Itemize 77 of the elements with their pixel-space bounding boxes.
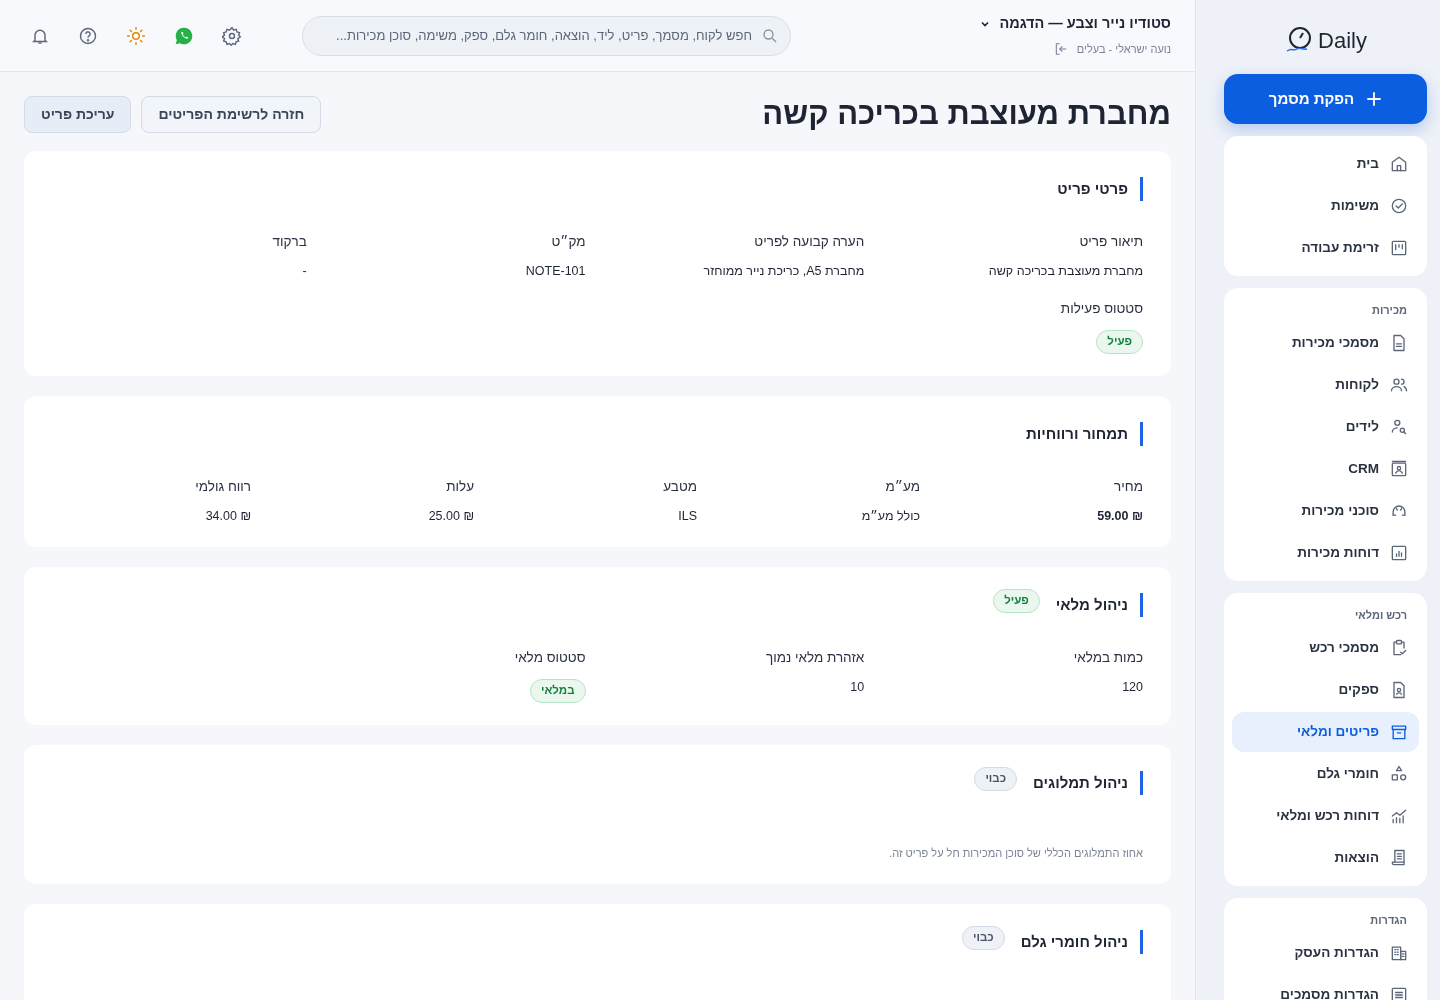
sidebar-item[interactable]: לקוחות	[1232, 365, 1419, 405]
page-title: מחברת מעוצבת בכריכה קשה	[762, 95, 1171, 134]
field-label: סטטוס פעילות	[1060, 300, 1143, 318]
field-value: מחברת מעוצבת בכריכה קשה	[988, 263, 1143, 280]
settings-icon[interactable]	[222, 25, 242, 46]
sidebar-item[interactable]: זרימת עבודה	[1232, 228, 1419, 268]
field-label: מע״מ	[885, 478, 920, 496]
user-search-icon	[1389, 417, 1409, 437]
sidebar-heading: רכש ומלאי	[1353, 607, 1408, 623]
sidebar-item[interactable]: הגדרות מסמכים	[1232, 975, 1419, 1000]
contact-card-icon	[1389, 459, 1409, 479]
status-badge: כבוי	[974, 767, 1018, 791]
sidebar-item[interactable]: חומרי גלם	[1232, 754, 1419, 794]
status-badge: במלאי	[530, 679, 586, 703]
section-title: תמחור ורווחיות	[1025, 422, 1143, 446]
home-icon	[1389, 154, 1409, 174]
sidebar-item[interactable]: הוצאות	[1232, 838, 1419, 878]
sidebar-item[interactable]: סוכני מכירות	[1232, 491, 1419, 531]
field-value: NOTE-101	[525, 263, 586, 280]
status-badge: פעיל	[1096, 330, 1143, 354]
field-label: ברקוד	[272, 233, 307, 251]
field-value: 10	[850, 679, 865, 696]
field-label: מק״ט	[551, 233, 586, 251]
sidebar-item[interactable]: דוחות מכירות	[1232, 533, 1419, 573]
field-value: ILS	[678, 508, 697, 525]
section-note: אחוז התמלוגים הכללי של סוכן המכירות חל על פריט זה.	[888, 846, 1143, 861]
sidebar-item[interactable]: פריטים ומלאי	[1232, 712, 1419, 752]
sidebar-item[interactable]: בית	[1232, 144, 1419, 184]
logo-text: Daily	[1318, 26, 1367, 55]
company-switcher[interactable]: סטודיו נייר וצבע — הדגמה	[979, 13, 1171, 36]
sidebar-item[interactable]: דוחות רכש ומלאי	[1232, 796, 1419, 836]
sidebar-item[interactable]: CRM	[1232, 449, 1419, 489]
check-circle-icon	[1389, 196, 1409, 216]
sidebar-item[interactable]: הגדרות העסק	[1232, 933, 1419, 973]
field-label: סטטוס מלאי	[514, 649, 586, 667]
search-icon	[761, 26, 779, 45]
document-lines-icon	[1389, 985, 1409, 1000]
create-document-button[interactable]: הפקת מסמך	[1224, 74, 1427, 124]
field-label: תיאור פריט	[1079, 233, 1143, 251]
sidebar-heading: מכירות	[1371, 302, 1408, 318]
back-button[interactable]: חזרה לרשימת הפריטים	[141, 96, 322, 133]
field-label: מחיר	[1114, 478, 1143, 496]
search-field[interactable]: חפש לקוח, מסמך, פריט, ליד, הוצאה, חומר גלם, ספק, משימה, סוכן מכירות...	[302, 15, 791, 56]
field-label: מטבע	[663, 478, 697, 496]
sidebar-item[interactable]: לידים	[1232, 407, 1419, 447]
sidebar-item[interactable]: מסמכי מכירות	[1232, 323, 1419, 363]
section-title: ניהול חומרי גלם	[1020, 929, 1143, 954]
board-icon	[1389, 238, 1409, 258]
field-label: עלות	[446, 478, 474, 496]
status-badge: פעיל	[993, 589, 1040, 613]
sun-icon[interactable]	[126, 25, 146, 46]
sidebar-item[interactable]: מסמכי רכש	[1232, 628, 1419, 668]
field-value: כולל מע״מ	[861, 508, 920, 525]
bar-chart-icon	[1389, 543, 1409, 563]
plus-icon	[1366, 91, 1383, 107]
section-title: ניהול תמלוגים	[1033, 771, 1143, 795]
field-value: מחברת A5, כריכת נייר ממוחזר	[703, 263, 865, 280]
user-role-text: נועה ישראלי - בעלים	[1076, 42, 1171, 58]
sidebar-heading: הגדרות	[1369, 912, 1408, 928]
field-value: 120	[1122, 679, 1143, 696]
chat-bubble-icon[interactable]	[174, 25, 194, 46]
field-label: כמות במלאי	[1073, 649, 1143, 667]
field-value: ₪ 25.00	[428, 508, 474, 525]
field-value: -	[302, 263, 307, 280]
help-icon[interactable]	[78, 25, 98, 46]
field-label: הערה קבועה לפריט	[754, 233, 865, 251]
field-label: רווח גולמי	[195, 478, 251, 496]
status-badge: כבוי	[962, 925, 1005, 950]
field-label: אזהרת מלאי נמוך	[765, 649, 865, 667]
section-title: ניהול מלאי	[1055, 593, 1143, 617]
sidebar-item[interactable]: משימות	[1232, 186, 1419, 226]
field-value: ₪ 34.00	[205, 508, 251, 525]
sidebar-item[interactable]: ספקים	[1232, 670, 1419, 710]
field-value: ₪ 59.00	[1097, 508, 1143, 525]
edit-button[interactable]: עריכת פריט	[24, 96, 132, 133]
trend-chart-icon	[1389, 806, 1409, 826]
section-title: פרטי פריט	[1057, 177, 1143, 201]
